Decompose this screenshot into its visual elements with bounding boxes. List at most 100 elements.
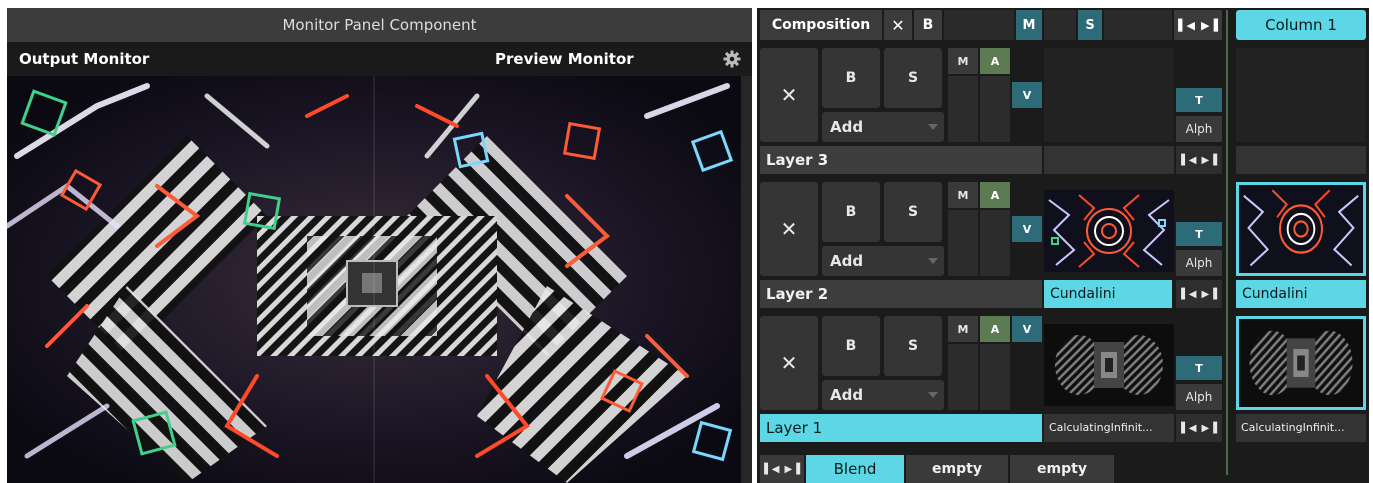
layer-3-transition-label: T [1195, 93, 1203, 107]
blend-tab[interactable]: Blend [806, 455, 904, 483]
composition-clear-button[interactable]: ✕ [884, 10, 912, 40]
layer-1-clip-name-bar: CalculatingInfinit... [1044, 414, 1174, 442]
layer-3-name-bar[interactable]: Layer 3 [760, 146, 1042, 174]
layer-1-blend-select[interactable]: Add [822, 380, 944, 410]
column-1-header[interactable]: Column 1 [1236, 10, 1366, 40]
layer-2-mute-button[interactable]: M [948, 182, 978, 208]
layer-2-alpha-label: Alph [1185, 256, 1213, 270]
gear-icon[interactable] [723, 50, 741, 68]
output-monitor-video [7, 76, 741, 483]
layer-1-transition-label: T [1195, 361, 1203, 375]
layer-1-opacity-slider[interactable] [948, 344, 978, 410]
layer-2-video-button[interactable]: V [1012, 216, 1042, 242]
layer-2-clip-name: Cundalini [1050, 286, 1116, 302]
layer-1-prev-next[interactable]: ▌◀ ▶▐ [1176, 414, 1222, 442]
skip-back-icon[interactable]: ▌◀ [764, 464, 779, 475]
layer-3-name: Layer 3 [766, 151, 829, 169]
skip-forward-icon[interactable]: ▶▐ [1202, 289, 1217, 300]
layer-3-blend-value: Add [830, 118, 864, 136]
layer-3-column-slot[interactable] [1236, 48, 1366, 142]
skip-forward-icon[interactable]: ▶▐ [1202, 423, 1217, 434]
chevron-down-icon [928, 258, 938, 264]
layer-2-alpha-button[interactable]: Alph [1176, 250, 1222, 276]
layer-2-prev-next[interactable]: ▌◀ ▶▐ [1176, 280, 1222, 308]
preview-monitor-label: Preview Monitor [495, 50, 634, 68]
layer-2-column-thumbnail[interactable] [1236, 182, 1366, 276]
layer-3-solo-button[interactable]: S [884, 48, 942, 108]
bottom-prev-next[interactable]: ▌◀ ▶▐ [760, 455, 804, 483]
monitor-scrollbar[interactable] [741, 76, 752, 483]
composition-mute-button[interactable]: M [1016, 10, 1042, 40]
layer-1-mute-button[interactable]: M [948, 316, 978, 342]
layer-3-volume-slider[interactable] [980, 76, 1010, 142]
layer-2-blend-select[interactable]: Add [822, 246, 944, 276]
layer-1-transition-button[interactable]: T [1176, 356, 1222, 380]
layer-1-clear-button[interactable]: ✕ [760, 316, 818, 410]
layer-2-transition-button[interactable]: T [1176, 222, 1222, 246]
layer-3-mute-button[interactable]: M [948, 48, 978, 74]
composition-solo-label: S [1085, 17, 1095, 33]
layer-2-clip-thumbnail[interactable] [1044, 190, 1174, 272]
layer-2-opacity-slider[interactable] [948, 210, 978, 276]
skip-back-icon[interactable]: ▌◀ [1181, 423, 1196, 434]
skip-back-icon[interactable]: ▌◀ [1178, 19, 1195, 32]
layer-1-clip-thumbnail[interactable] [1044, 324, 1174, 406]
layer-3-clear-button[interactable]: ✕ [760, 48, 818, 142]
composition-button[interactable]: Composition [760, 10, 882, 40]
composition-bypass-button[interactable]: B [914, 10, 942, 40]
layer-1-blend-value: Add [830, 386, 864, 404]
layer-2-volume-slider[interactable] [980, 210, 1010, 276]
empty-slot-2-label: empty [1037, 461, 1087, 477]
composition-prev-next[interactable]: ▌◀ ▶▐ [1174, 10, 1222, 40]
layer-3-transition-button[interactable]: T [1176, 88, 1222, 112]
skip-forward-icon[interactable]: ▶▐ [1201, 19, 1218, 32]
layer-1-alpha-button[interactable]: Alph [1176, 384, 1222, 410]
composition-solo-button[interactable]: S [1078, 10, 1102, 40]
layer-3-opacity-slider[interactable] [948, 76, 978, 142]
layer-1-column-thumbnail[interactable] [1236, 316, 1366, 410]
layer-2-clip-name-bar[interactable]: Cundalini [1044, 280, 1172, 308]
layer-3-video-button[interactable]: V [1012, 82, 1042, 108]
layer-2-name-bar[interactable]: Layer 2 [760, 280, 1042, 308]
layer-1-volume-slider[interactable] [980, 344, 1010, 410]
layer-3-solo-label: S [907, 70, 919, 86]
layer-2-name: Layer 2 [766, 285, 829, 303]
layer-2-bypass-label: B [845, 204, 857, 220]
layer-3-prev-next[interactable]: ▌◀ ▶▐ [1176, 146, 1222, 174]
skip-back-icon[interactable]: ▌◀ [1181, 155, 1196, 166]
layer-3-blend-select[interactable]: Add [822, 112, 944, 142]
layer-1-name-bar[interactable]: Layer 1 [760, 414, 1042, 442]
empty-slot-1[interactable]: empty [906, 455, 1008, 483]
layer-3-audio-button[interactable]: A [980, 48, 1010, 74]
empty-slot-2[interactable]: empty [1010, 455, 1114, 483]
layer-1-solo-label: S [907, 338, 919, 354]
monitor-header: Output Monitor Preview Monitor [7, 42, 752, 76]
layer-1-alpha-label: Alph [1185, 390, 1213, 404]
layer-3-clip-slot[interactable] [1044, 48, 1174, 142]
composition-slider-3[interactable] [1104, 10, 1172, 40]
layer-3-mute-label: M [957, 54, 969, 68]
layer-3-alpha-button[interactable]: Alph [1176, 116, 1222, 142]
skip-back-icon[interactable]: ▌◀ [1181, 289, 1196, 300]
layer-2-column-name-bar[interactable]: Cundalini [1236, 280, 1366, 308]
layer-1-bypass-button[interactable]: B [822, 316, 880, 376]
layer-1-video-button[interactable]: V [1012, 316, 1042, 342]
layer-2-audio-button[interactable]: A [980, 182, 1010, 208]
layer-1-bypass-label: B [845, 338, 857, 354]
layer-3-row: ✕ B S Add M A V T Alph Layer 3 ▌◀ ▶▐ [760, 46, 1366, 176]
layer-1-column-clip-name: CalculatingInfinit... [1241, 421, 1345, 434]
skip-forward-icon[interactable]: ▶▐ [1202, 155, 1217, 166]
layer-1-audio-button[interactable]: A [980, 316, 1010, 342]
layer-3-alpha-label: Alph [1185, 122, 1213, 136]
layer-3-bypass-button[interactable]: B [822, 48, 880, 108]
composition-bypass-label: B [922, 17, 934, 33]
layer-2-solo-button[interactable]: S [884, 182, 942, 242]
layer-2-bypass-button[interactable]: B [822, 182, 880, 242]
layer-1-audio-label: A [990, 322, 1000, 336]
layer-1-solo-button[interactable]: S [884, 316, 942, 376]
layer-2-clear-button[interactable]: ✕ [760, 182, 818, 276]
skip-forward-icon[interactable]: ▶▐ [785, 464, 800, 475]
composition-master-slider[interactable] [944, 10, 1014, 40]
monitor-panel-title: Monitor Panel Component [7, 8, 752, 42]
composition-slider-2[interactable] [1044, 10, 1076, 40]
